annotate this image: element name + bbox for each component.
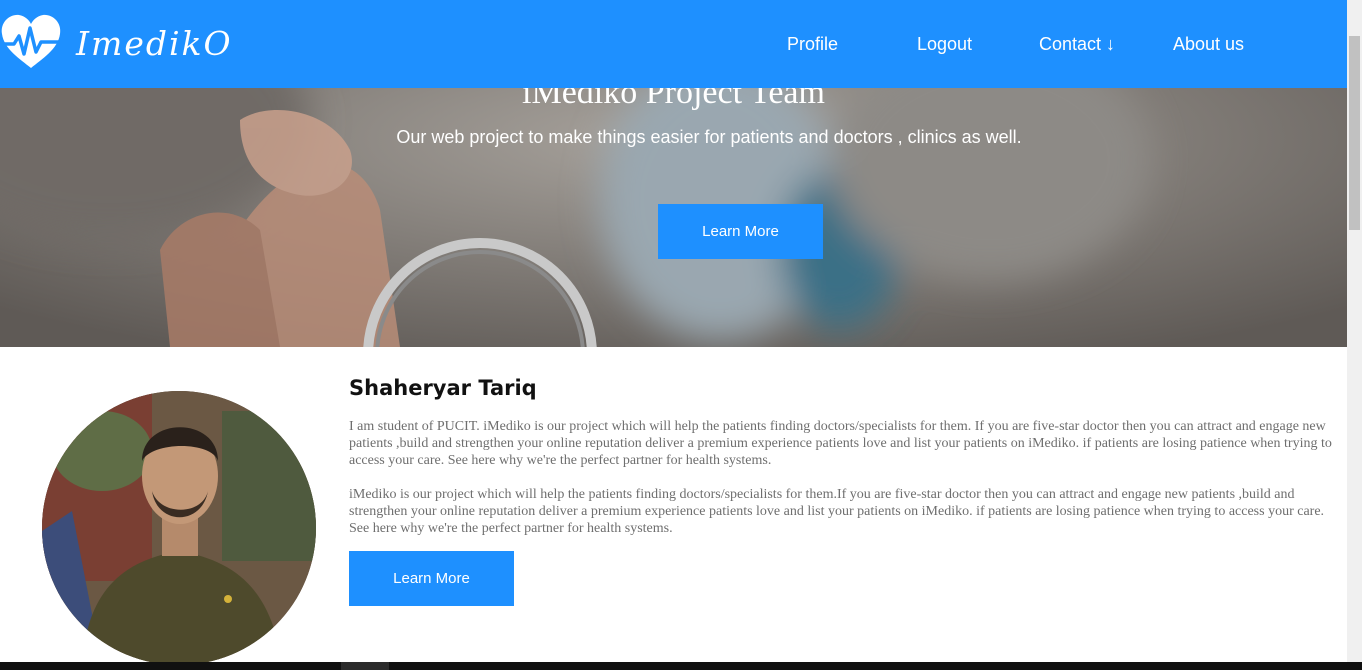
- hero-subtitle: Our web project to make things easier fo…: [396, 127, 1022, 147]
- scrollbar-thumb[interactable]: [1349, 36, 1360, 230]
- nav-link-contact[interactable]: Contact ↓: [1039, 34, 1115, 55]
- profile-photo: [42, 391, 316, 665]
- profile-learn-more-button[interactable]: Learn More: [349, 551, 514, 606]
- vertical-scrollbar[interactable]: [1347, 0, 1362, 662]
- nav-link-profile[interactable]: Profile: [787, 34, 838, 55]
- profile-paragraph-2: iMediko is our project which will help t…: [349, 487, 1325, 536]
- logo-text[interactable]: ImedikO: [76, 24, 233, 63]
- os-taskbar: [0, 662, 1362, 670]
- logo[interactable]: [0, 14, 62, 72]
- hero-learn-more-button[interactable]: Learn More: [658, 204, 823, 259]
- taskbar-item[interactable]: [341, 662, 389, 670]
- nav-link-logout[interactable]: Logout: [917, 34, 972, 55]
- profile-paragraph-1: I am student of PUCIT. iMediko is our pr…: [349, 419, 1332, 468]
- nav-link-about-us[interactable]: About us: [1173, 34, 1244, 55]
- heart-pulse-icon: [0, 14, 62, 69]
- profile-name: Shaheryar Tariq: [349, 376, 537, 400]
- avatar: [42, 391, 316, 665]
- top-navbar: ImedikO Profile Logout Contact ↓ About u…: [0, 0, 1347, 88]
